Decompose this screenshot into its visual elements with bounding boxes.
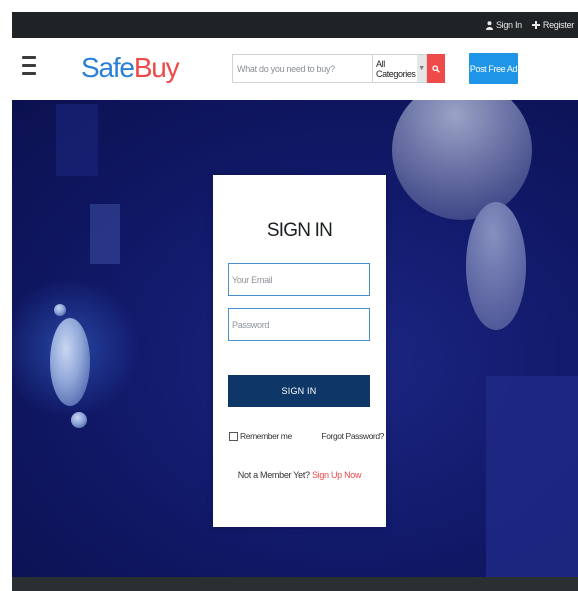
password-field[interactable] [228, 308, 370, 341]
site-header: SafeBuy All Categories ▼ Post Free Ad [12, 38, 578, 100]
search-input[interactable] [232, 54, 372, 83]
register-label: Register [542, 20, 574, 30]
logo-part-safe: Safe [81, 52, 135, 83]
logo-part-buy: Buy [133, 52, 180, 83]
sign-in-button[interactable]: SIGN IN [228, 375, 370, 407]
forgot-password-link[interactable]: Forgot Password? [321, 431, 384, 441]
post-free-ad-button[interactable]: Post Free Ad [469, 53, 518, 84]
remember-me-checkbox[interactable]: Remember me [229, 431, 292, 441]
sign-in-link[interactable]: Sign In [485, 20, 522, 30]
signup-prompt: Not a Member Yet? Sign Up Now [213, 470, 386, 480]
login-card: SIGN IN SIGN IN Remember me Forgot Passw… [213, 175, 386, 527]
email-field[interactable] [228, 263, 370, 296]
checkbox-icon [229, 431, 238, 441]
member-prompt-text: Not a Member Yet? [237, 470, 310, 480]
sign-up-link[interactable]: Sign Up Now [312, 470, 362, 480]
plus-icon [531, 21, 540, 29]
site-logo[interactable]: SafeBuy [81, 52, 180, 84]
chevron-down-icon: ▼ [417, 55, 426, 82]
search-bar: All Categories ▼ [232, 54, 445, 83]
login-title: SIGN IN [266, 220, 333, 241]
footer-bar [12, 577, 578, 591]
menu-icon[interactable] [22, 56, 36, 80]
search-icon [432, 60, 440, 78]
category-select[interactable]: All Categories ▼ [372, 54, 427, 83]
user-icon [485, 20, 493, 30]
top-bar: Sign In Register [12, 12, 578, 38]
page-frame: Sign In Register SafeBuy All Categories … [12, 12, 578, 591]
account-links: Sign In Register [485, 12, 574, 38]
remember-me-label: Remember me [240, 431, 292, 441]
sign-in-label: Sign In [495, 20, 522, 30]
register-link[interactable]: Register [531, 20, 574, 30]
search-button[interactable] [427, 54, 445, 83]
hero-background: SIGN IN SIGN IN Remember me Forgot Passw… [12, 100, 578, 577]
